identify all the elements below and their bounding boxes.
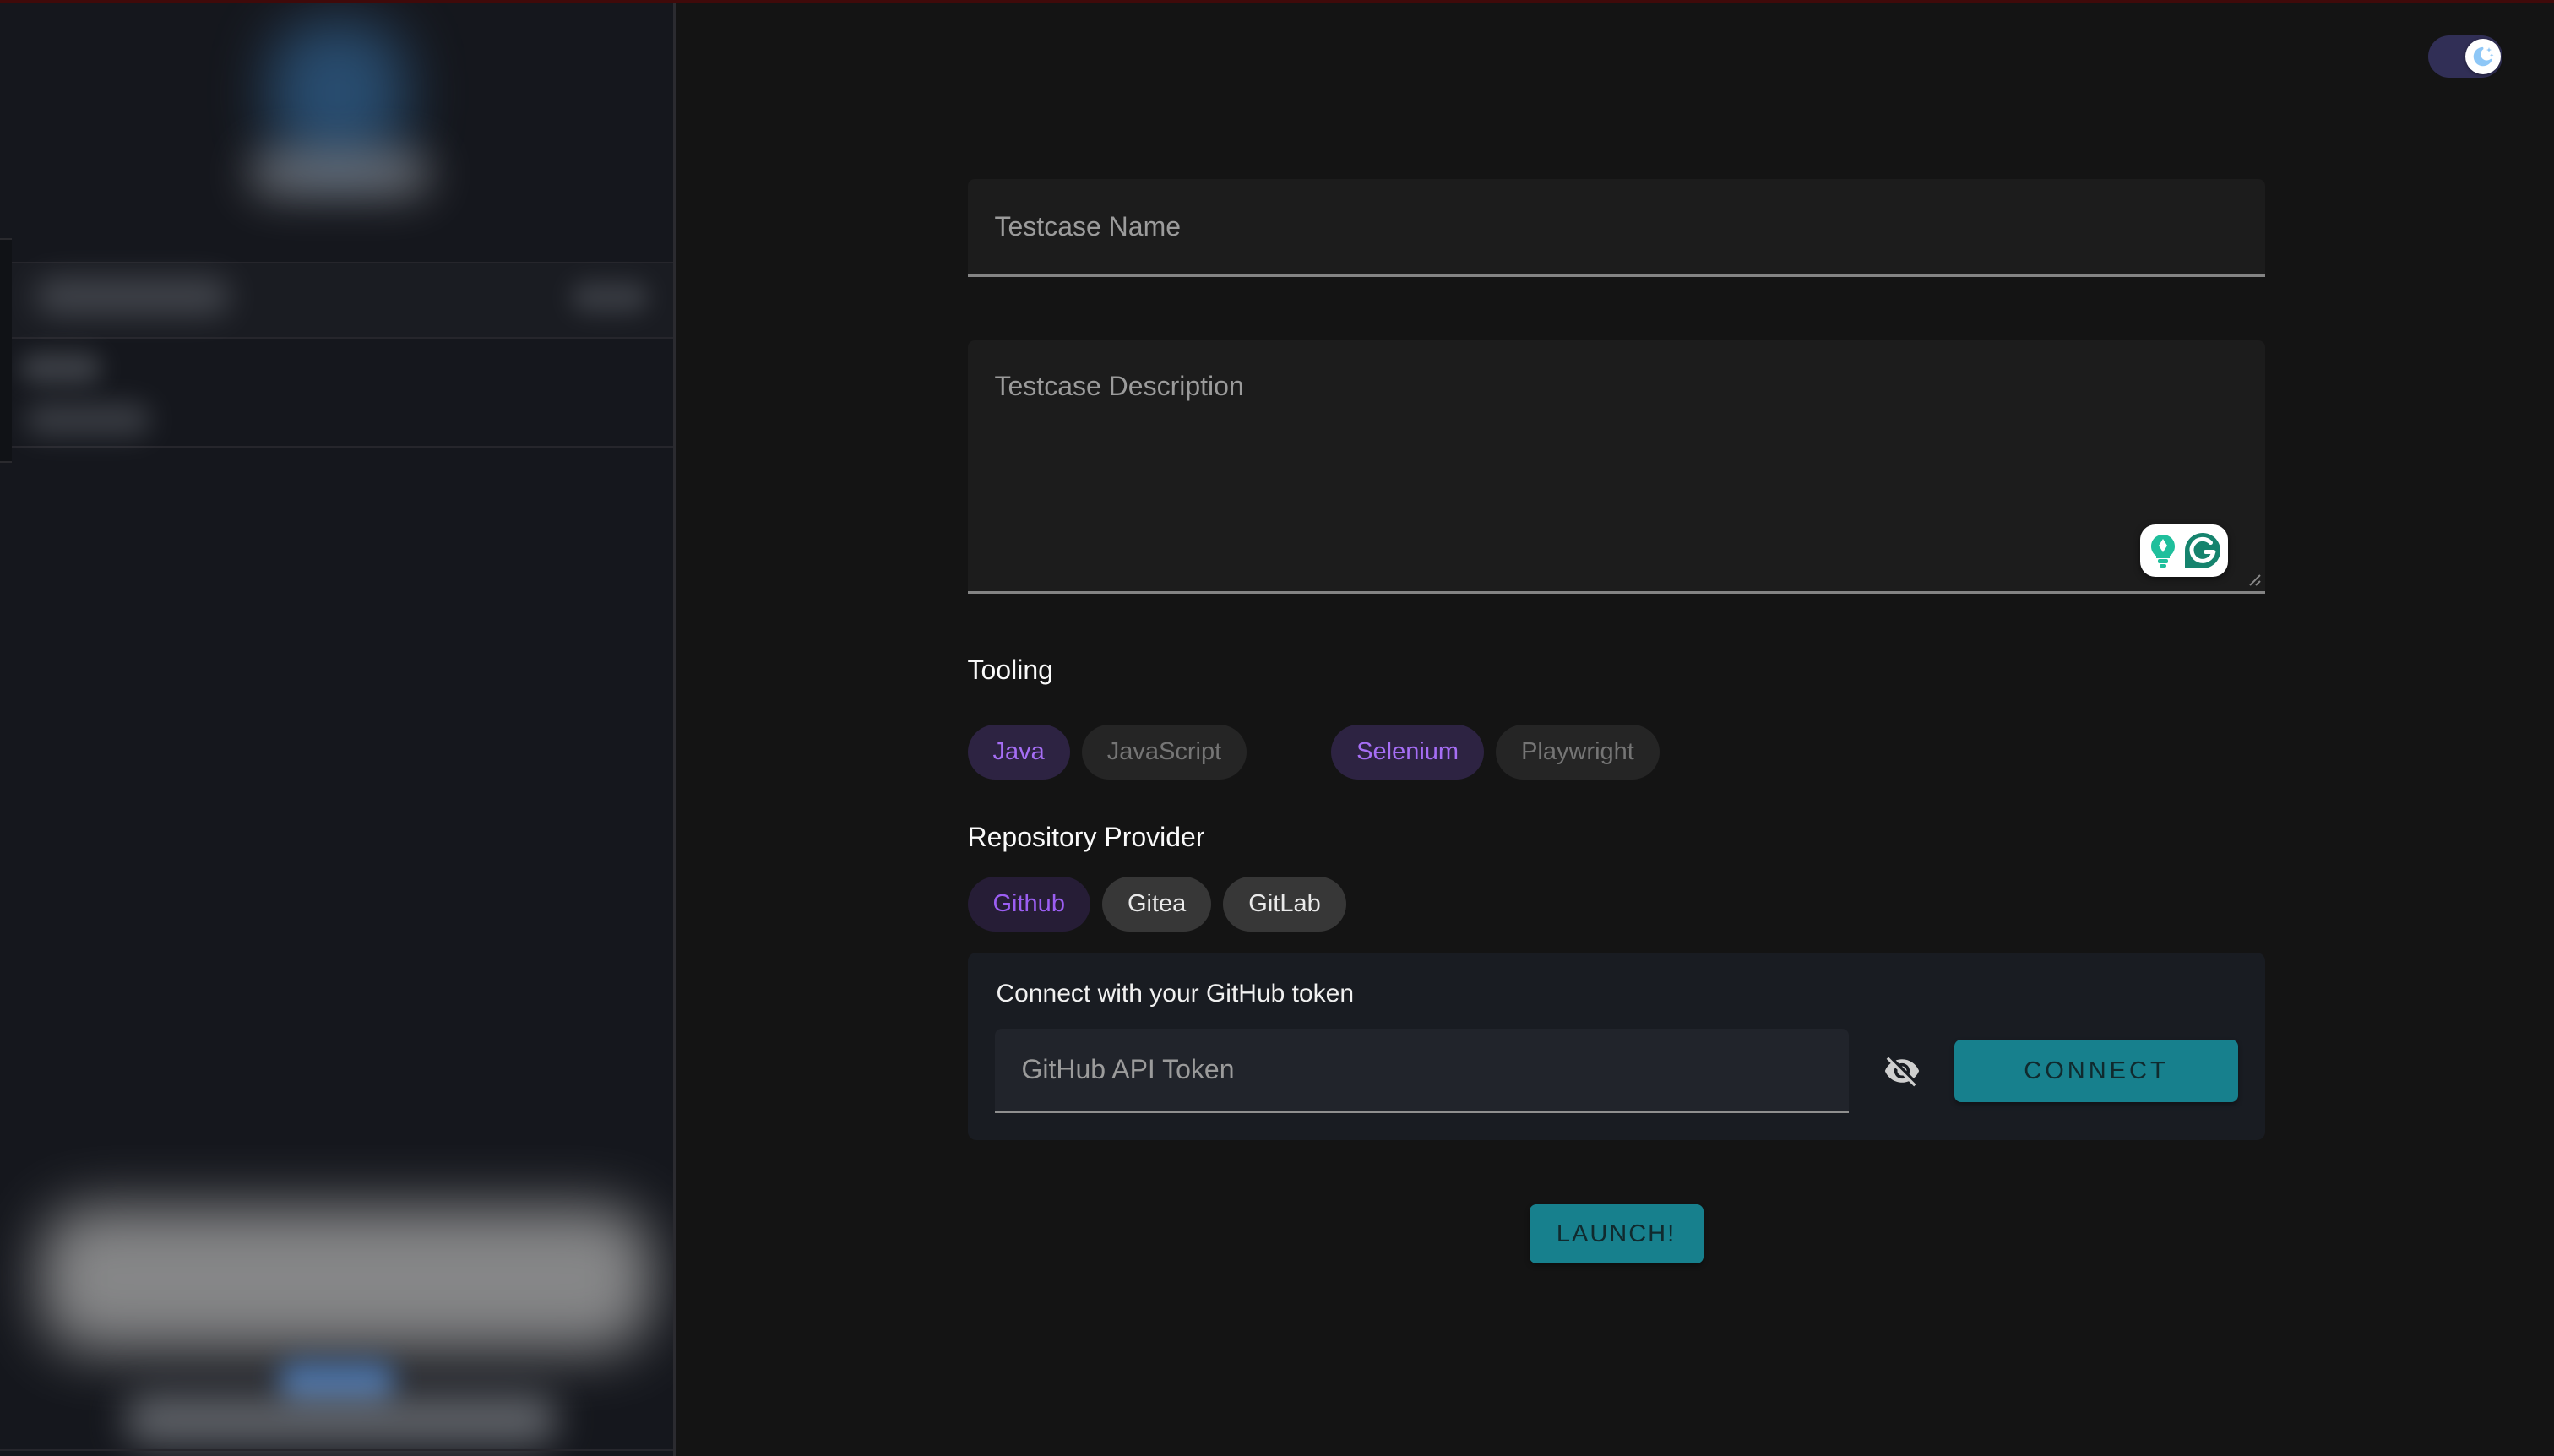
chip-javascript[interactable]: JavaScript	[1082, 725, 1247, 780]
moon-stars-icon	[2470, 44, 2496, 69]
main-area: Tooling Java JavaScript Selenium Playwri…	[678, 0, 2554, 1456]
sidebar-footer-link-blurred[interactable]	[279, 1361, 395, 1402]
tooling-label: Tooling	[968, 655, 2265, 686]
grammarly-g-icon	[2183, 531, 2222, 570]
repository-chips: Github Gitea GitLab	[968, 877, 2265, 932]
chip-java[interactable]: Java	[968, 725, 1070, 780]
testcase-description-textarea[interactable]	[968, 340, 2265, 594]
toggle-thumb[interactable]	[2465, 39, 2501, 74]
sidebar-footer-text-blurred	[41, 1206, 652, 1351]
chip-selenium[interactable]: Selenium	[1331, 725, 1484, 780]
launch-button[interactable]: LAUNCH!	[1530, 1204, 1704, 1263]
tooling-chips: Java JavaScript Selenium Playwright	[968, 725, 2265, 780]
sidebar-footer-caption-blurred	[125, 1395, 557, 1444]
sidebar-left-rail	[0, 238, 12, 463]
lightbulb-icon	[2146, 531, 2180, 570]
sidebar-list-row[interactable]	[12, 263, 676, 338]
connect-heading: Connect with your GitHub token	[995, 980, 2238, 1008]
sidebar-item-blurred[interactable]	[25, 404, 150, 436]
github-connect-panel: Connect with your GitHub token CONNECT	[968, 953, 2265, 1140]
repository-provider-label: Repository Provider	[968, 822, 2265, 853]
testcase-name-input[interactable]	[968, 179, 2265, 277]
sidebar-divider	[0, 1449, 676, 1451]
top-accent-line	[0, 0, 2554, 3]
chip-github[interactable]: Github	[968, 877, 1090, 932]
chip-playwright[interactable]: Playwright	[1496, 725, 1660, 780]
sidebar-divider	[0, 262, 676, 263]
sidebar-title-blurred	[249, 152, 431, 196]
eye-off-icon	[1883, 1052, 1921, 1089]
connect-button[interactable]: CONNECT	[1954, 1040, 2237, 1102]
toggle-token-visibility-button[interactable]	[1849, 1052, 1955, 1089]
sidebar-item-blurred[interactable]	[20, 353, 101, 383]
sidebar-logo-blurred	[270, 21, 405, 165]
chip-gitlab[interactable]: GitLab	[1223, 877, 1345, 932]
dark-mode-toggle[interactable]	[2428, 35, 2502, 78]
grammarly-widget[interactable]	[2140, 524, 2228, 577]
sidebar	[0, 0, 676, 1456]
github-token-input[interactable]	[995, 1029, 1849, 1113]
chip-gitea[interactable]: Gitea	[1102, 877, 1211, 932]
sidebar-divider	[0, 337, 676, 339]
sidebar-divider	[0, 446, 676, 448]
resize-handle-icon[interactable]	[2242, 567, 2262, 587]
